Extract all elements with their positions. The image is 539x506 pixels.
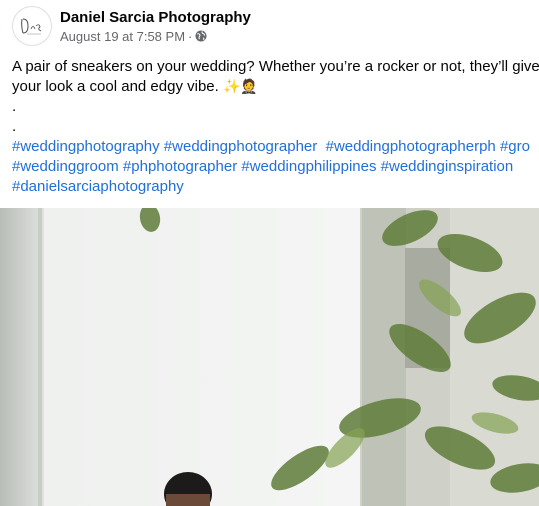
page-logo-icon <box>14 8 50 44</box>
hashtag-line: #weddinggroom #phphotographer #weddingph… <box>12 157 539 177</box>
post-photo[interactable] <box>0 208 539 506</box>
hashtag-link[interactable]: #weddingphotographer <box>164 138 317 155</box>
post-timestamp[interactable]: August 19 at 7:58 PM <box>60 28 185 45</box>
hashtag-link[interactable]: #weddinggroom <box>12 158 119 175</box>
post-text-segment: your look a cool and edgy vibe. <box>12 78 219 95</box>
sparkles-emoji: ✨ <box>222 79 241 95</box>
post-text-line-2: your look a cool and edgy vibe. ✨🤵 <box>12 77 539 97</box>
groom-emoji: 🤵 <box>240 79 258 95</box>
dot-line: . <box>12 118 17 135</box>
globe-icon[interactable] <box>195 30 207 42</box>
hashtag-link[interactable]: #weddinginspiration <box>381 158 514 175</box>
hashtag-link[interactable]: #gro <box>500 138 530 155</box>
hashtag-link[interactable]: #weddingphilippines <box>241 158 376 175</box>
page-name-link[interactable]: Daniel Sarcia Photography <box>60 8 251 27</box>
wedding-photo-image <box>0 208 539 506</box>
page-avatar[interactable] <box>12 6 52 46</box>
hashtag-line: #weddingphotography #weddingphotographer… <box>12 137 539 157</box>
dot-line: . <box>12 98 17 115</box>
hashtag-link[interactable]: #phphotographer <box>123 158 237 175</box>
post-body: A pair of sneakers on your wedding? Whet… <box>12 57 539 197</box>
hashtag-link[interactable]: #weddingphotography <box>12 138 160 155</box>
facebook-post: Daniel Sarcia Photography August 19 at 7… <box>0 0 539 506</box>
hashtag-link[interactable]: #danielsarciaphotography <box>12 178 184 195</box>
hashtag-line: #danielsarciaphotography <box>12 177 539 197</box>
hashtag-link[interactable]: #weddingphotographerph <box>326 138 496 155</box>
post-text-line: A pair of sneakers on your wedding? Whet… <box>12 58 539 75</box>
post-header: Daniel Sarcia Photography August 19 at 7… <box>12 6 251 46</box>
header-text: Daniel Sarcia Photography August 19 at 7… <box>60 8 251 45</box>
meta-separator: · <box>188 28 193 44</box>
post-meta: August 19 at 7:58 PM · <box>60 28 251 45</box>
